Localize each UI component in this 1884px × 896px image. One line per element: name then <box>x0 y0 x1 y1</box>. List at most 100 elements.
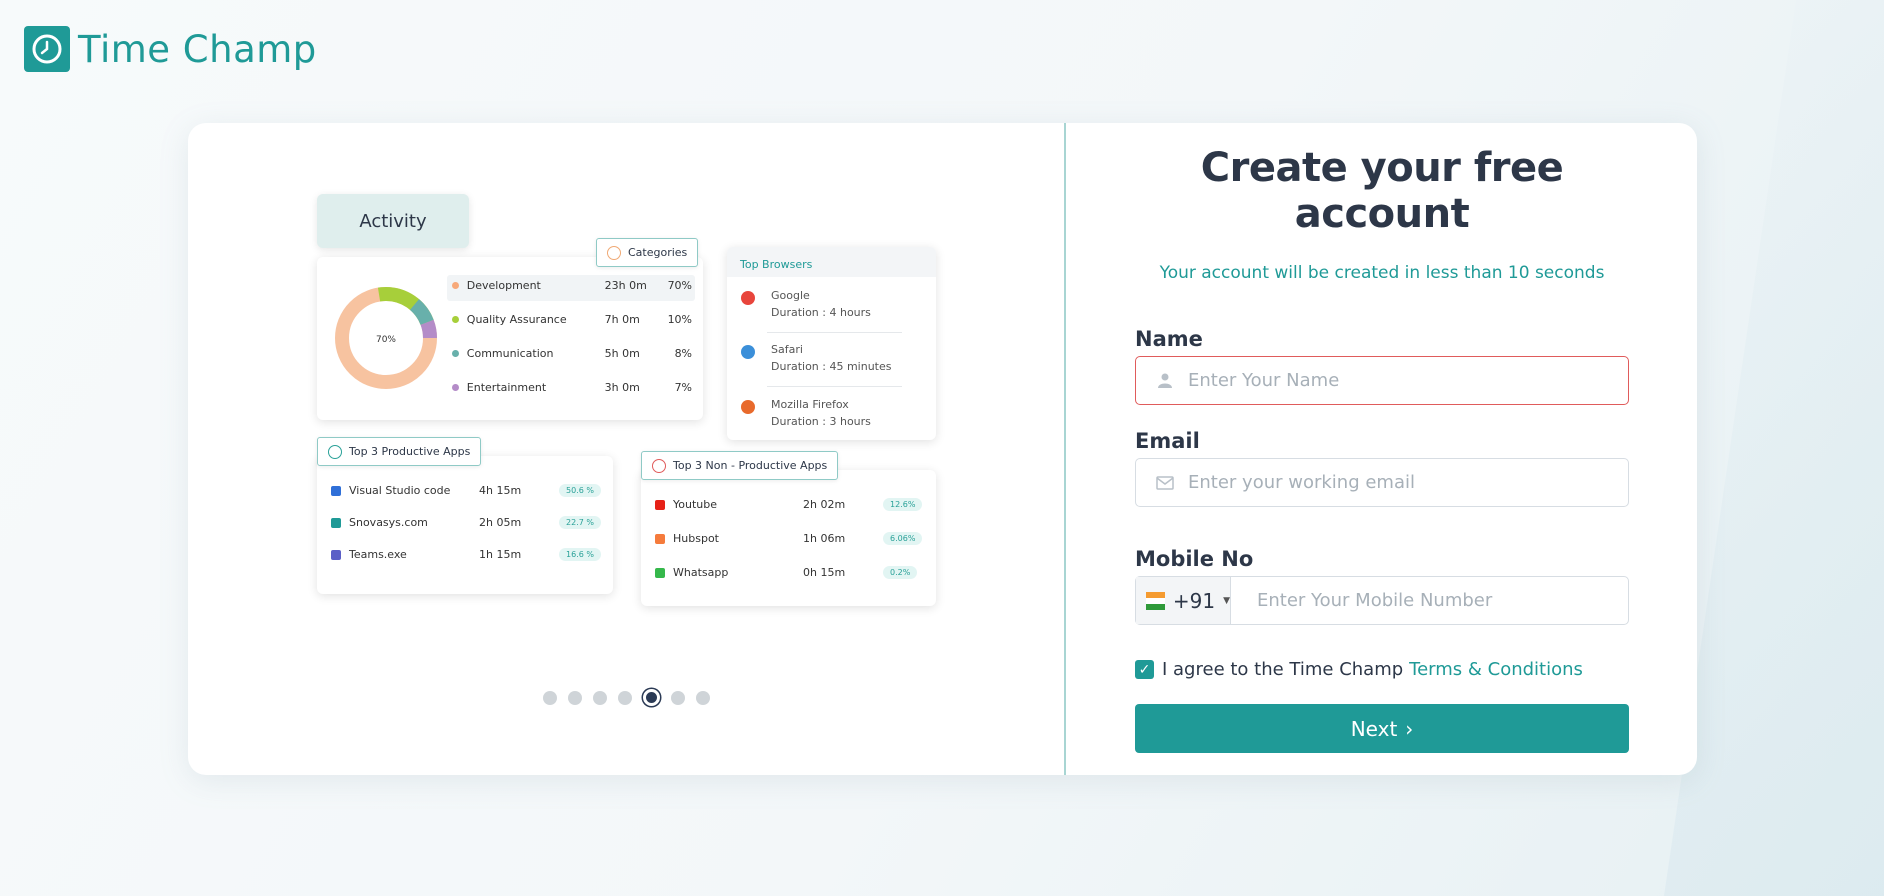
carousel-dot[interactable] <box>696 690 710 705</box>
category-dot <box>452 384 459 391</box>
envelope-icon <box>1156 474 1174 492</box>
name-input[interactable] <box>1188 370 1628 391</box>
email-field <box>1135 458 1629 507</box>
app-share-badge: 12.6% <box>883 498 923 511</box>
app-time: 0h 15m <box>803 566 846 579</box>
category-dot <box>452 282 459 289</box>
terms-link[interactable]: Terms & Conditions <box>1409 659 1583 680</box>
app-share-badge: 6.06% <box>883 532 923 545</box>
category-percent: 10% <box>667 313 693 326</box>
signup-form: Create your free account Your account wi… <box>1066 123 1697 775</box>
carousel-dot[interactable] <box>568 690 582 705</box>
category-row: Development 23h 0m 70% <box>452 279 692 292</box>
app-name: Hubspot <box>673 532 719 545</box>
app-share-badge: 16.6 % <box>559 548 601 561</box>
app-share-badge: 22.7 % <box>559 516 601 529</box>
signup-card: Activity 70% Development 23h 0m 70% Quality… <box>188 123 1697 775</box>
feature-carousel: Activity 70% Development 23h 0m 70% Quality… <box>188 123 1066 775</box>
minus-circle-icon <box>652 458 666 473</box>
app-share-badge: 0.2% <box>883 566 918 579</box>
carousel-dot[interactable] <box>593 690 607 705</box>
browser-name: Google <box>771 289 810 302</box>
activity-tab: Activity <box>317 194 469 248</box>
caret-down-icon: ▼ <box>1223 595 1230 606</box>
app-name: Snovasys.com <box>349 516 428 529</box>
user-icon <box>1156 372 1174 390</box>
country-code-select[interactable]: +91 ▼ <box>1136 577 1231 624</box>
app-icon <box>331 517 341 528</box>
divider <box>767 332 902 333</box>
app-icon <box>331 549 341 560</box>
category-row: Quality Assurance 7h 0m 10% <box>452 313 692 326</box>
category-percent: 7% <box>674 381 693 394</box>
app-time: 1h 06m <box>803 532 846 545</box>
browser-duration: Duration : 45 minutes <box>771 360 892 373</box>
india-flag-icon <box>1146 591 1165 610</box>
brand-logo[interactable]: Time Champ <box>24 26 317 72</box>
carousel-dot[interactable] <box>543 690 557 705</box>
carousel-dot[interactable] <box>618 690 632 705</box>
categories-donut: 70% <box>335 287 437 389</box>
next-button[interactable]: Next › <box>1135 704 1629 753</box>
browser-row: Mozilla Firefox Duration : 3 hours <box>741 396 871 430</box>
category-label: Development <box>466 279 541 292</box>
app-time: 4h 15m <box>479 484 522 497</box>
app-name: Teams.exe <box>349 548 407 561</box>
name-field <box>1135 356 1629 405</box>
app-row: Visual Studio code 4h 15m 50.6 % <box>331 484 601 497</box>
category-percent: 8% <box>674 347 693 360</box>
category-time: 23h 0m <box>604 279 647 292</box>
email-label: Email <box>1135 429 1200 453</box>
background-decoration <box>1664 0 1884 896</box>
categories-card: 70% Development 23h 0m 70% Quality Assuranc… <box>317 257 703 420</box>
app-row: Hubspot 1h 06m 6.06% <box>655 532 925 545</box>
category-dot <box>452 316 459 323</box>
app-name: Youtube <box>673 498 717 511</box>
donut-center-label: 70% <box>376 335 396 345</box>
carousel-dot[interactable] <box>643 689 660 706</box>
browser-row: Google Duration : 4 hours <box>741 287 871 321</box>
name-label: Name <box>1135 327 1203 351</box>
category-row: Communication 5h 0m 8% <box>452 347 692 360</box>
mobile-field: +91 ▼ <box>1135 576 1629 625</box>
chevron-right-icon: › <box>1405 716 1414 741</box>
category-label: Communication <box>466 347 554 360</box>
terms-text: I agree to the Time Champ <box>1162 659 1404 680</box>
category-percent: 70% <box>667 279 693 292</box>
carousel-dot[interactable] <box>671 690 685 705</box>
browser-duration: Duration : 4 hours <box>771 306 871 319</box>
category-dot <box>452 350 459 357</box>
carousel-pager <box>543 689 710 706</box>
app-time: 2h 02m <box>803 498 846 511</box>
mobile-label: Mobile No <box>1135 547 1254 571</box>
brand-name: Time Champ <box>78 27 317 71</box>
productive-apps-chip-label: Top 3 Productive Apps <box>349 445 471 458</box>
productive-apps-card: Visual Studio code 4h 15m 50.6 % Snovasys.c… <box>317 456 613 594</box>
non-productive-apps-chip-label: Top 3 Non - Productive Apps <box>673 459 828 472</box>
app-row: Youtube 2h 02m 12.6% <box>655 498 925 511</box>
app-icon <box>655 499 665 510</box>
browser-text: Google Duration : 4 hours <box>771 287 871 321</box>
form-subtitle: Your account will be created in less tha… <box>1159 263 1605 283</box>
browser-text: Mozilla Firefox Duration : 3 hours <box>771 396 871 430</box>
app-time: 2h 05m <box>479 516 522 529</box>
app-icon <box>655 533 665 544</box>
safari-icon <box>741 345 755 359</box>
divider <box>767 386 902 387</box>
terms-agreement: ✓ I agree to the Time Champ Terms & Cond… <box>1135 659 1629 680</box>
mobile-input[interactable] <box>1231 590 1628 611</box>
category-label: Quality Assurance <box>466 313 567 326</box>
app-row: Whatsapp 0h 15m 0.2% <box>655 566 925 579</box>
categories-chip-label: Categories <box>628 246 688 259</box>
browser-duration: Duration : 3 hours <box>771 415 871 428</box>
email-input[interactable] <box>1188 472 1628 493</box>
app-row: Snovasys.com 2h 05m 22.7 % <box>331 516 601 529</box>
app-icon <box>655 567 665 578</box>
app-icon <box>331 485 341 496</box>
terms-checkbox[interactable]: ✓ <box>1135 660 1154 679</box>
browser-name: Safari <box>771 343 803 356</box>
app-row: Teams.exe 1h 15m 16.6 % <box>331 548 601 561</box>
productive-apps-chip: Top 3 Productive Apps <box>317 437 482 466</box>
top-browsers-card: Top Browsers Google Duration : 4 hours Saf… <box>727 247 936 440</box>
email-group: Email <box>1135 429 1629 507</box>
